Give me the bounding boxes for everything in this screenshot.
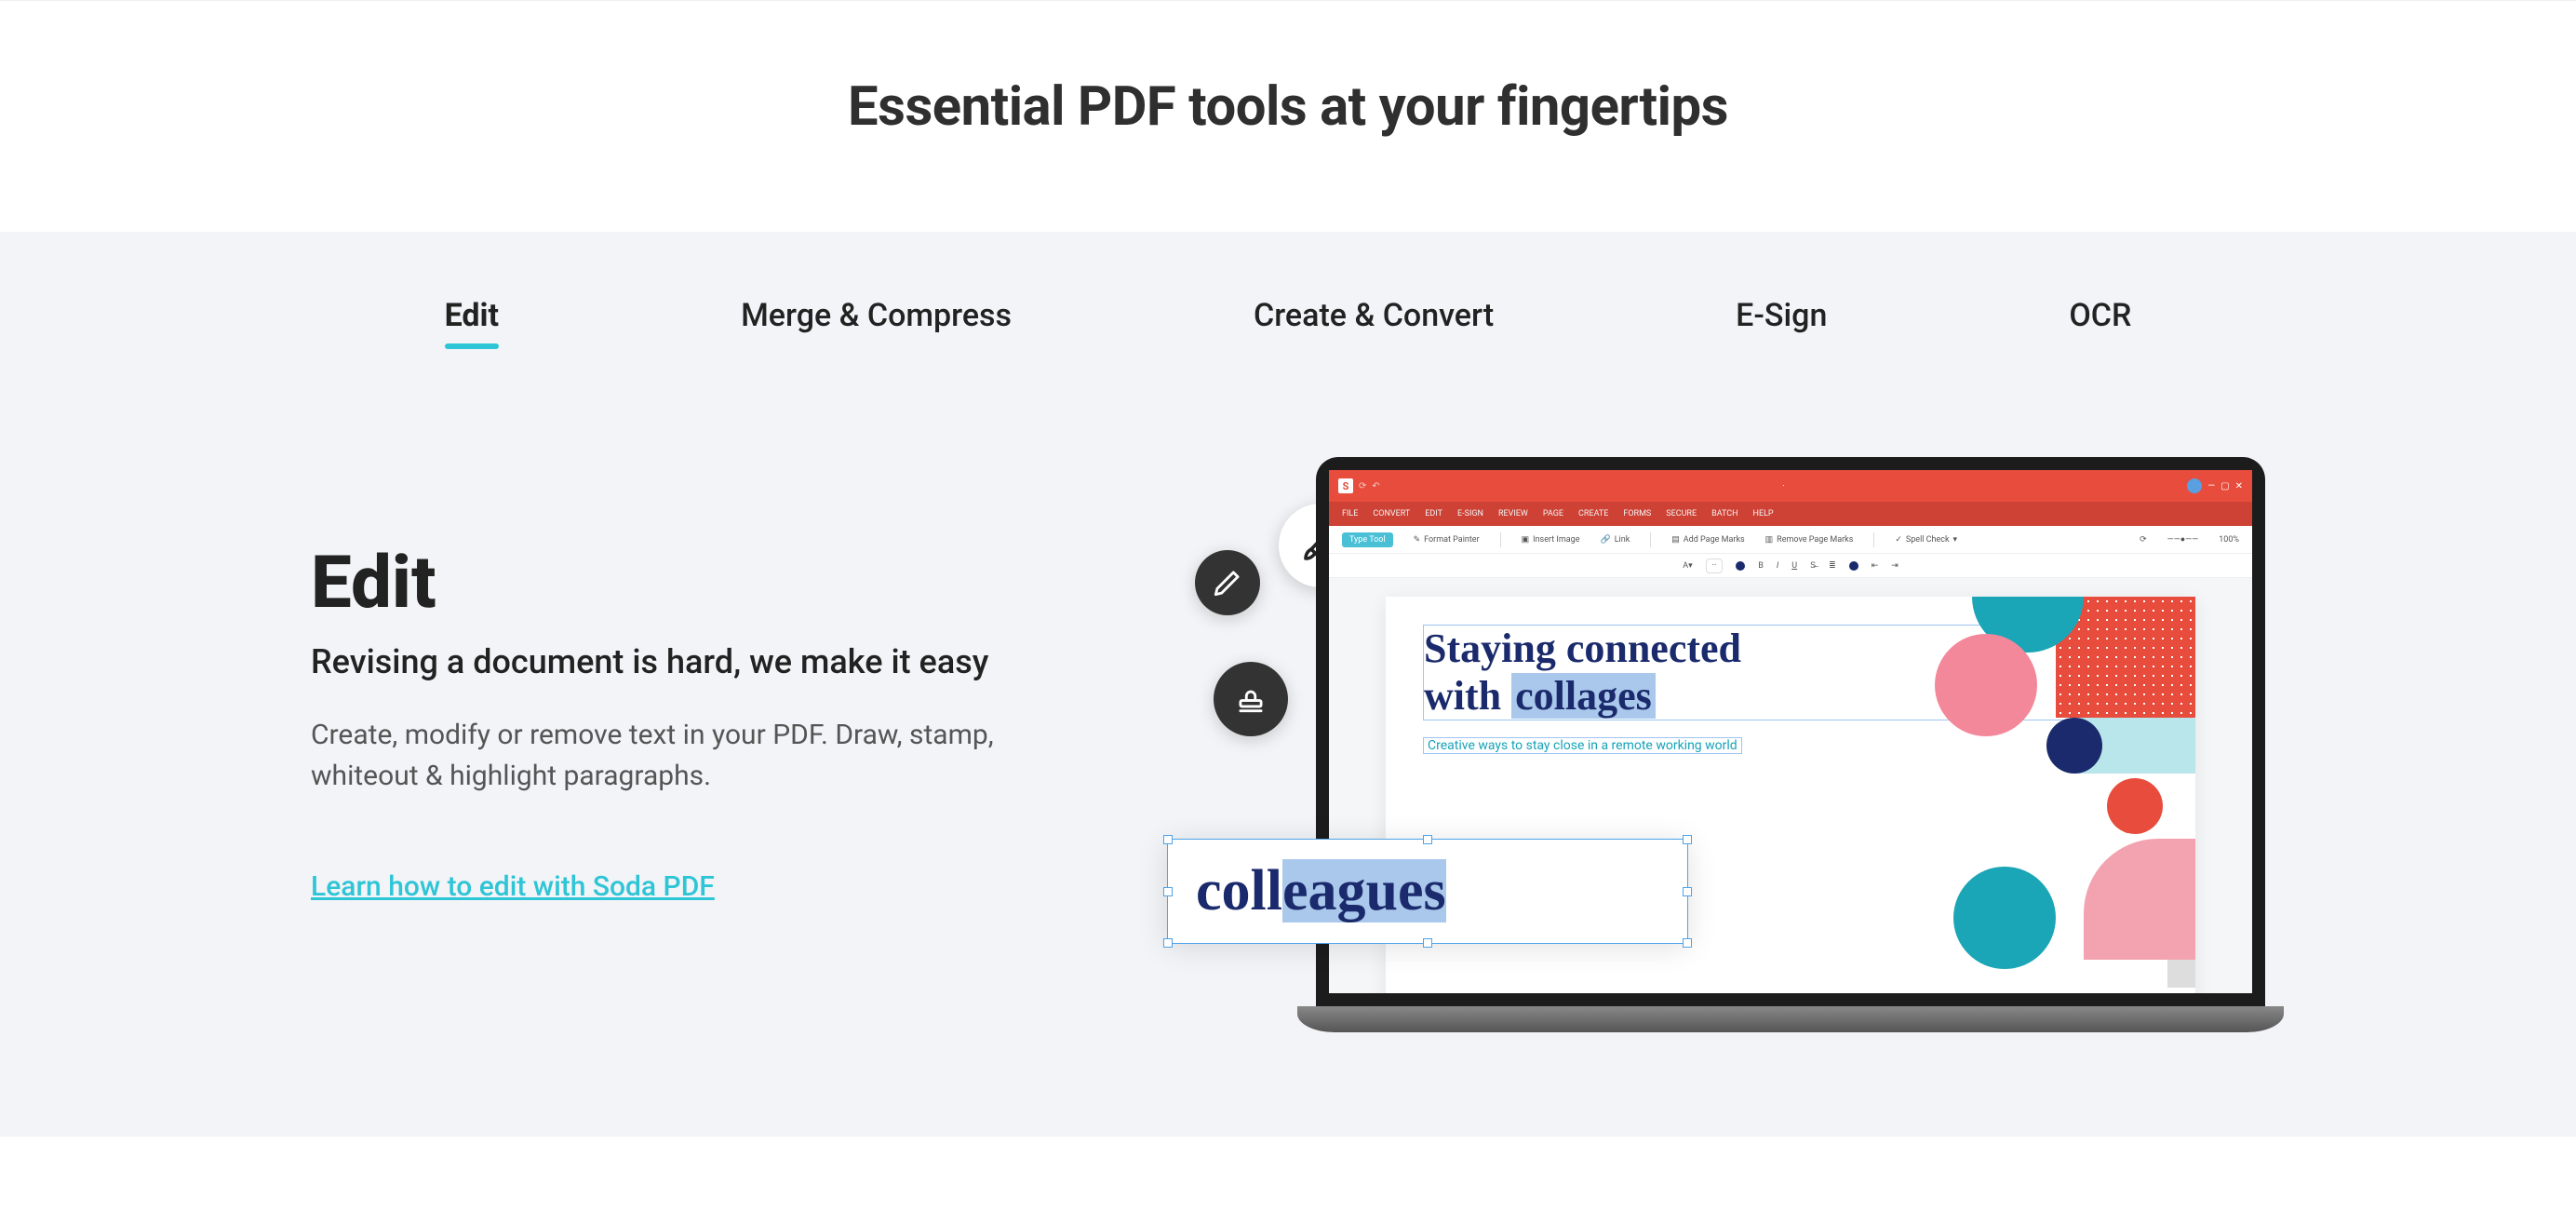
resize-handle-icon — [1163, 938, 1173, 948]
document-title-line1: Staying connected — [1424, 626, 1741, 671]
menu-item: FILE — [1342, 509, 1358, 518]
popup-text-prefix: coll — [1196, 859, 1282, 922]
laptop-mockup: S ⟳ ↶ · — ▢ ✕ FILE CONVERT EDIT E-SIGN — [1316, 457, 2265, 1053]
menu-item: CONVERT — [1373, 509, 1410, 518]
tab-create-convert[interactable]: Create & Convert — [1254, 297, 1494, 345]
panel-description: Create, modify or remove text in your PD… — [311, 715, 1018, 796]
separator — [1650, 532, 1651, 547]
app-menubar: FILE CONVERT EDIT E-SIGN REVIEW PAGE CRE… — [1329, 502, 2252, 526]
align-icon: ≣ — [1829, 561, 1836, 571]
toolbar-remove-page-marks: ▥ Remove Page Marks — [1765, 535, 1854, 545]
decor-navy-circle — [2046, 718, 2102, 774]
resize-handle-icon — [1163, 835, 1173, 844]
menu-item: REVIEW — [1498, 509, 1528, 518]
resize-handle-icon — [1423, 938, 1432, 948]
resize-handle-icon — [1683, 938, 1692, 948]
menu-item: EDIT — [1425, 509, 1442, 518]
panel-heading: Edit — [311, 541, 1055, 626]
tools-section: Edit Merge & Compress Create & Convert E… — [0, 232, 2576, 1137]
user-avatar-icon — [2187, 478, 2202, 493]
font-size: ·· — [1706, 559, 1724, 573]
indent-icon: ⇤ — [1872, 561, 1879, 571]
toolbar-spell-check: ✓ Spell Check ▾ — [1895, 535, 1957, 545]
popup-text-highlight: eagues — [1282, 859, 1446, 922]
hero-section: Essential PDF tools at your fingertips — [0, 0, 2576, 232]
app-logo-icon: S — [1338, 478, 1353, 493]
underline-icon: U — [1791, 561, 1797, 571]
toolbar-typetool: Type Tool — [1342, 532, 1393, 547]
color-swatch-icon — [1736, 561, 1745, 571]
menu-item: SECURE — [1666, 509, 1697, 518]
toolbar-link: 🔗 Link — [1600, 535, 1630, 545]
toolbar-history-icon: ⟳ — [2140, 535, 2147, 545]
menu-item: CREATE — [1578, 509, 1608, 518]
menu-item: HELP — [1753, 509, 1774, 518]
bold-icon: B — [1758, 561, 1764, 571]
app-titlebar: S ⟳ ↶ · — ▢ ✕ — [1329, 470, 2252, 502]
document-subtitle: Creative ways to stay close in a remote … — [1423, 737, 1742, 754]
maximize-icon: ▢ — [2220, 481, 2229, 491]
panel-subheading: Revising a document is hard, we make it … — [311, 642, 1055, 681]
pencil-icon — [1195, 550, 1260, 615]
titlebar-quick1-icon: ⟳ — [1359, 481, 1366, 491]
tab-merge-compress[interactable]: Merge & Compress — [741, 297, 1012, 345]
illustration-column: S ⟳ ↶ · — ▢ ✕ FILE CONVERT EDIT E-SIGN — [1167, 429, 2265, 1099]
document-title-line2-prefix: with — [1424, 673, 1511, 719]
toolbar-add-page-marks: ▤ Add Page Marks — [1671, 535, 1744, 545]
app-toolbar: Type Tool ✎ Format Painter ▣ Insert Imag… — [1329, 526, 2252, 554]
tab-esign[interactable]: E-Sign — [1736, 297, 1827, 345]
menu-item: PAGE — [1543, 509, 1563, 518]
tab-ocr[interactable]: OCR — [2069, 297, 2131, 345]
menu-item: BATCH — [1711, 509, 1737, 518]
menu-item: E-SIGN — [1457, 509, 1483, 518]
edit-text-popup: colleagues — [1167, 839, 1688, 944]
resize-handle-icon — [1683, 835, 1692, 844]
menu-item: FORMS — [1623, 509, 1651, 518]
toolbar-zoom: 100% — [2219, 535, 2239, 545]
separator — [1500, 532, 1501, 547]
strike-icon: S̶ — [1810, 560, 1816, 571]
resize-handle-icon — [1163, 887, 1173, 896]
document-title-highlight: collages — [1511, 673, 1656, 719]
tabs-row: Edit Merge & Compress Create & Convert E… — [0, 232, 2576, 429]
close-icon: ✕ — [2235, 481, 2243, 491]
minimize-icon: — — [2207, 481, 2215, 491]
tab-edit[interactable]: Edit — [445, 297, 499, 345]
learn-link[interactable]: Learn how to edit with Soda PDF — [311, 870, 715, 903]
resize-handle-icon — [1683, 887, 1692, 896]
resize-handle-icon — [1423, 835, 1432, 844]
titlebar-quick2-icon: ↶ — [1372, 481, 1379, 491]
titlebar-filename: · — [1386, 481, 2182, 491]
separator — [1873, 532, 1874, 547]
color2-swatch-icon — [1849, 561, 1858, 571]
decor-teal-circle — [1953, 867, 2056, 969]
text-column: Edit Revising a document is hard, we mak… — [311, 429, 1055, 903]
font-tool-icon: A▾ — [1683, 561, 1692, 571]
decor-orange-circle — [2107, 778, 2163, 834]
content-row: Edit Revising a document is hard, we mak… — [0, 429, 2576, 1099]
decor-pink-circle — [1935, 634, 2037, 736]
decor-pink-band — [2084, 839, 2195, 960]
toolbar-format-painter: ✎ Format Painter — [1414, 535, 1480, 545]
decor-gray — [2167, 960, 2195, 988]
outdent-icon: ⇥ — [1891, 561, 1898, 571]
toolbar-insert-image: ▣ Insert Image — [1522, 535, 1580, 545]
hero-title: Essential PDF tools at your fingertips — [0, 75, 2576, 139]
italic-icon: I — [1777, 561, 1778, 571]
toolbar-slider: ——●—— — [2167, 534, 2199, 545]
laptop-base — [1297, 1006, 2284, 1032]
app-subtoolbar: A▾ ·· B I U S̶ ≣ ⇤ ⇥ — [1329, 554, 2252, 578]
stamp-icon — [1214, 662, 1288, 736]
